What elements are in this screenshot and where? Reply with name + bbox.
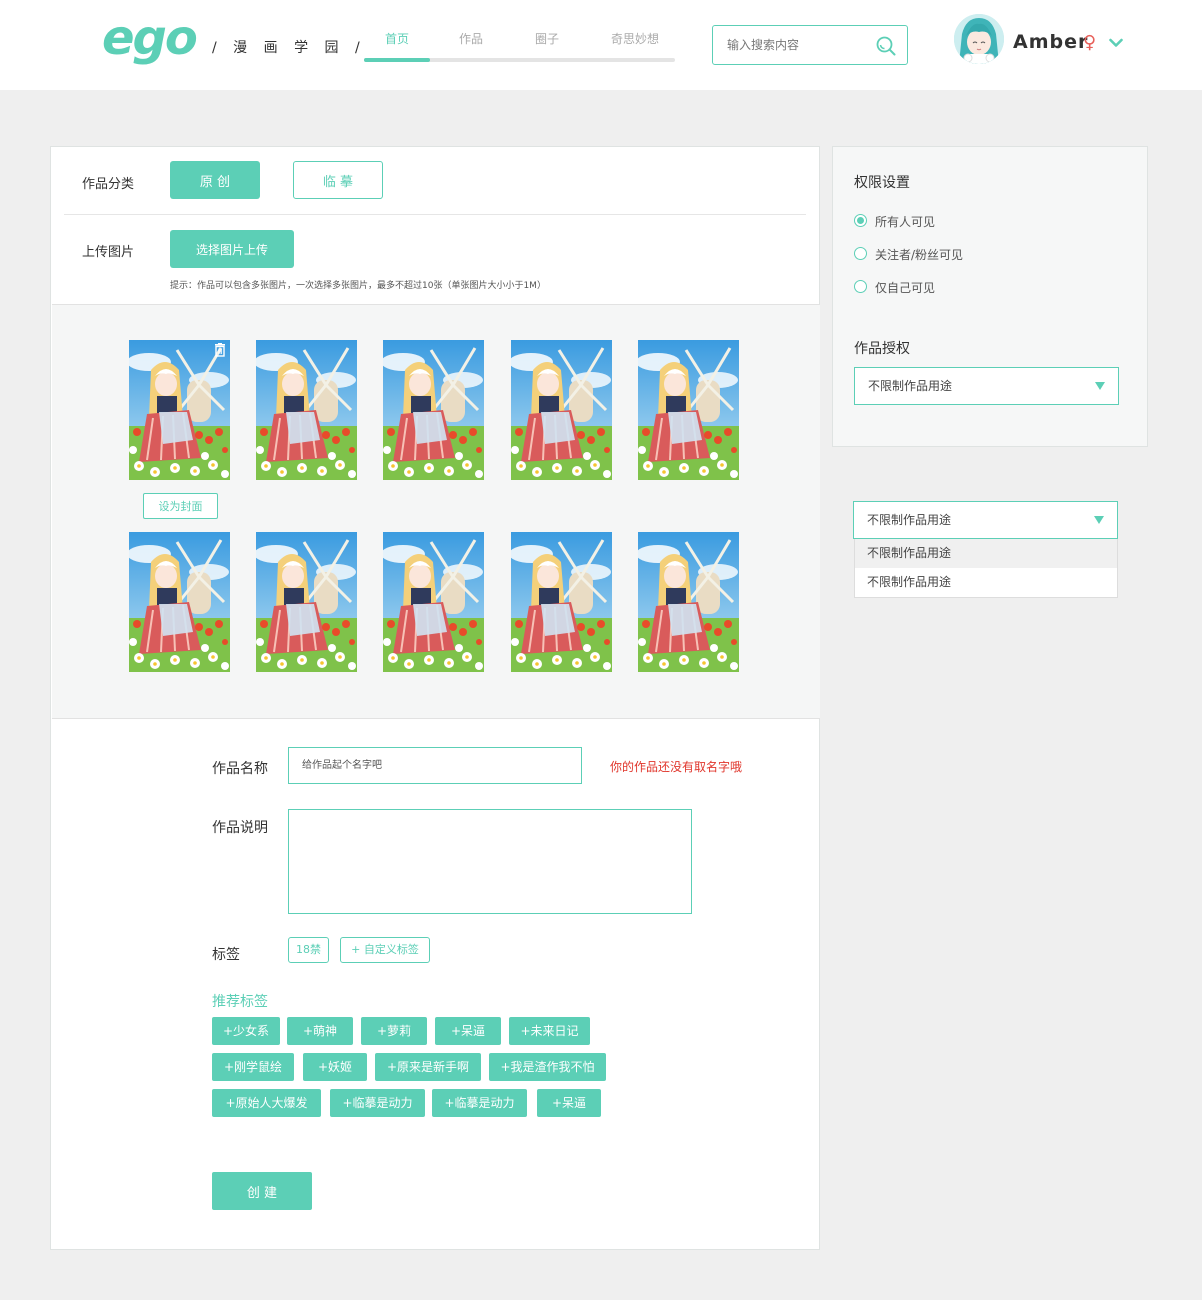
- custom-tag-button[interactable]: + 自定义标签: [340, 937, 430, 963]
- name-error-text: 你的作品还没有取名字哦: [610, 760, 743, 774]
- recommended-tags-title: 推荐标签: [212, 994, 268, 1010]
- delete-icon[interactable]: [213, 343, 227, 357]
- recommended-tag[interactable]: +我是渣作我不怕: [489, 1053, 606, 1081]
- divider: [64, 214, 806, 215]
- recommended-tag[interactable]: +原始人大爆发: [212, 1089, 321, 1117]
- permission-radio-followers[interactable]: [854, 247, 867, 260]
- image-gallery: 设为封面: [52, 304, 820, 719]
- caret-down-icon: [1094, 516, 1104, 524]
- license-select-expanded[interactable]: 不限制作品用途: [853, 501, 1118, 539]
- search-box: [712, 25, 908, 65]
- recommended-tag[interactable]: +少女系: [212, 1017, 280, 1045]
- upload-hint: 提示：作品可以包含多张图片，一次选择多张图片，最多不超过10张（单张图片大小小于…: [170, 281, 546, 291]
- nav-active-indicator: [364, 58, 430, 62]
- recommended-tag[interactable]: +临摹是动力: [330, 1089, 425, 1117]
- category-original-button[interactable]: 原 创: [170, 161, 260, 199]
- permission-option-label[interactable]: 仅自己可见: [875, 279, 935, 296]
- nav-item-home[interactable]: 首页: [364, 30, 430, 47]
- uploaded-image-thumbnail[interactable]: [511, 340, 612, 480]
- caret-down-icon: [1095, 382, 1105, 390]
- nav-item-works[interactable]: 作品: [438, 30, 504, 47]
- recommended-tag[interactable]: +未来日记: [509, 1017, 590, 1045]
- uploaded-image-thumbnail[interactable]: [256, 340, 357, 480]
- top-header: ego / 漫 画 学 园 / 首页 作品 圈子 奇思妙想 Amber ♀: [0, 0, 1202, 90]
- recommended-tag[interactable]: +刚学鼠绘: [212, 1053, 294, 1081]
- search-input[interactable]: [727, 35, 872, 55]
- license-title: 作品授权: [854, 341, 910, 357]
- tag-chip[interactable]: 18禁: [288, 937, 329, 963]
- permission-radio-private[interactable]: [854, 280, 867, 293]
- recommended-tag[interactable]: +妖姬: [303, 1053, 367, 1081]
- recommended-tag[interactable]: +临摹是动力: [432, 1089, 527, 1117]
- recommended-tag[interactable]: +呆逼: [537, 1089, 601, 1117]
- work-description-textarea[interactable]: [288, 809, 692, 914]
- uploaded-image-thumbnail[interactable]: [638, 340, 739, 480]
- username[interactable]: Amber: [1013, 31, 1088, 53]
- category-label: 作品分类: [82, 177, 135, 192]
- create-button[interactable]: 创 建: [212, 1172, 312, 1210]
- uploaded-image-thumbnail[interactable]: [129, 532, 230, 672]
- category-copy-button[interactable]: 临 摹: [293, 161, 383, 199]
- site-slogan: / 漫 画 学 园 /: [212, 40, 366, 56]
- upload-image-button[interactable]: 选择图片上传: [170, 230, 294, 268]
- uploaded-image-thumbnail[interactable]: [256, 532, 357, 672]
- main-nav: 首页 作品 圈子 奇思妙想: [364, 30, 675, 62]
- recommended-tag[interactable]: +原来是新手啊: [375, 1053, 481, 1081]
- description-label: 作品说明: [212, 820, 268, 836]
- recommended-tag[interactable]: +萌神: [287, 1017, 353, 1045]
- logo[interactable]: ego: [102, 10, 198, 66]
- tags-label: 标签: [212, 947, 240, 963]
- license-select-value: 不限制作品用途: [867, 513, 952, 527]
- nav-item-ideas[interactable]: 奇思妙想: [602, 30, 668, 47]
- license-dropdown-menu: 不限制作品用途 不限制作品用途: [854, 539, 1118, 598]
- license-select[interactable]: 不限制作品用途: [854, 367, 1119, 405]
- search-icon[interactable]: [875, 35, 897, 57]
- female-icon: ♀: [1083, 32, 1097, 53]
- permission-option-label[interactable]: 关注者/粉丝可见: [875, 246, 963, 263]
- name-label: 作品名称: [212, 761, 268, 777]
- permission-option-label[interactable]: 所有人可见: [875, 213, 935, 230]
- recommended-tag[interactable]: +萝莉: [361, 1017, 427, 1045]
- dropdown-option[interactable]: 不限制作品用途: [855, 539, 1117, 568]
- avatar[interactable]: [954, 14, 1004, 64]
- permission-radio-public[interactable]: [854, 214, 867, 227]
- nav-item-circles[interactable]: 圈子: [514, 30, 580, 47]
- chevron-down-icon[interactable]: [1109, 38, 1123, 48]
- set-cover-button[interactable]: 设为封面: [143, 493, 218, 519]
- uploaded-image-thumbnail[interactable]: [511, 532, 612, 672]
- uploaded-image-thumbnail[interactable]: [383, 532, 484, 672]
- license-select-value: 不限制作品用途: [868, 379, 953, 393]
- recommended-tag[interactable]: +呆逼: [435, 1017, 501, 1045]
- uploaded-image-thumbnail[interactable]: [638, 532, 739, 672]
- uploaded-image-thumbnail[interactable]: [129, 340, 230, 480]
- work-form-panel: 作品分类 原 创 临 摹 上传图片 选择图片上传 提示：作品可以包含多张图片，一…: [50, 146, 820, 1250]
- dropdown-option[interactable]: 不限制作品用途: [855, 568, 1117, 597]
- upload-label: 上传图片: [82, 245, 135, 260]
- work-name-input[interactable]: [288, 747, 582, 784]
- permission-title: 权限设置: [854, 175, 910, 191]
- settings-panel: 权限设置 所有人可见 关注者/粉丝可见 仅自己可见 作品授权 不限制作品用途: [832, 146, 1148, 447]
- uploaded-image-thumbnail[interactable]: [383, 340, 484, 480]
